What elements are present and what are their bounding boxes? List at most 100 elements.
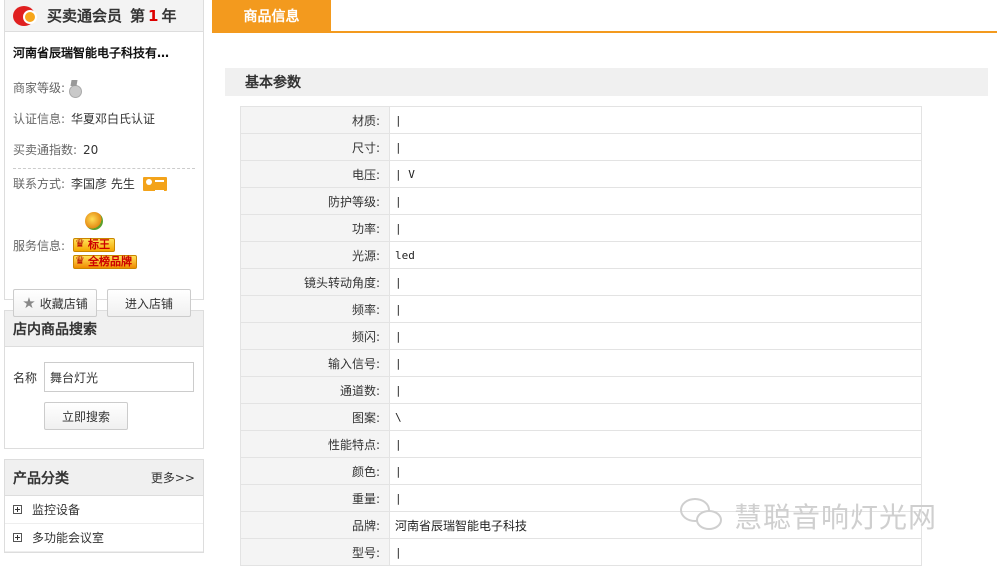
param-key: 型号: xyxy=(240,538,390,566)
shop-level-row: 商家等级: xyxy=(13,79,195,98)
member-banner: 买卖通会员 第 1 年 xyxy=(4,0,204,32)
service-badges: 标王 全榜品牌 xyxy=(73,237,137,271)
shop-buttons: ★ 收藏店铺 进入店铺 xyxy=(13,289,191,317)
cert-value[interactable]: 华夏邓白氏认证 xyxy=(71,110,155,127)
maimaitong-logo-icon xyxy=(13,4,41,28)
contact-label: 联系方式: xyxy=(13,177,66,191)
category-item-label: 多功能会议室 xyxy=(32,531,105,545)
tab-bar: 商品信息 xyxy=(212,0,997,33)
shop-search-panel: 店内商品搜索 名称 立即搜索 xyxy=(4,310,204,449)
member-year-prefix: 第 xyxy=(130,7,146,25)
category-item-label: 监控设备 xyxy=(32,503,81,517)
favorite-shop-label: 收藏店铺 xyxy=(39,296,88,311)
param-value: | xyxy=(389,187,922,215)
level-medal-icon xyxy=(67,80,83,98)
param-key: 防护等级: xyxy=(240,187,390,215)
watermark-text: 慧聪音响灯光网 xyxy=(734,501,938,534)
divider xyxy=(13,168,195,169)
quanbang-brand-badge[interactable]: 全榜品牌 xyxy=(73,255,137,269)
index-label: 买卖通指数: xyxy=(13,143,78,157)
category-title-text: 产品分类 xyxy=(13,470,69,487)
param-key: 功率: xyxy=(240,214,390,242)
expand-plus-icon[interactable] xyxy=(13,505,22,514)
param-value: | xyxy=(389,538,922,566)
shop-search-title-text: 店内商品搜索 xyxy=(13,321,97,338)
param-row: 功率: | xyxy=(240,214,922,242)
param-key: 材质: xyxy=(240,106,390,134)
param-key: 光源: xyxy=(240,241,390,269)
contact-value: 李国彦 先生 xyxy=(71,177,135,191)
index-row: 买卖通指数: 20 xyxy=(13,141,195,158)
param-row: 材质: | xyxy=(240,106,922,134)
param-row: 尺寸: | xyxy=(240,133,922,161)
param-key: 频率: xyxy=(240,295,390,323)
category-item[interactable]: 多功能会议室 xyxy=(5,524,203,552)
category-panel: 产品分类 更多>> 监控设备 多功能会议室 xyxy=(4,459,204,553)
param-key: 性能特点: xyxy=(240,430,390,458)
category-title: 产品分类 更多>> xyxy=(5,460,203,496)
shop-info-box: 河南省辰瑞智能电子科技有… 商家等级: 认证信息: 华夏邓白氏认证 买卖通指数:… xyxy=(4,32,204,317)
param-row: 频率: | xyxy=(240,295,922,323)
expand-plus-icon[interactable] xyxy=(13,533,22,542)
member-label: 买卖通会员 xyxy=(47,7,123,25)
wechat-icon xyxy=(680,496,726,536)
param-row: 镜头转动角度: | xyxy=(240,268,922,296)
shop-level-label: 商家等级: xyxy=(13,81,66,95)
param-key: 颜色: xyxy=(240,457,390,485)
param-key: 输入信号: xyxy=(240,349,390,377)
tab-product-info[interactable]: 商品信息 xyxy=(212,0,331,31)
cert-label: 认证信息: xyxy=(13,112,66,126)
enter-shop-button[interactable]: 进入店铺 xyxy=(107,289,191,317)
search-name-label: 名称 xyxy=(13,371,38,385)
param-key: 尺寸: xyxy=(240,133,390,161)
param-key: 重量: xyxy=(240,484,390,512)
param-value: | V xyxy=(389,160,922,188)
member-year-suffix: 年 xyxy=(161,7,177,25)
index-value: 20 xyxy=(83,142,99,157)
param-row: 颜色: | xyxy=(240,457,922,485)
param-value: | xyxy=(389,133,922,161)
search-button[interactable]: 立即搜索 xyxy=(44,402,128,430)
contact-card-icon[interactable] xyxy=(142,176,167,192)
param-value: | xyxy=(389,295,922,323)
category-item[interactable]: 监控设备 xyxy=(5,496,203,524)
param-row: 电压: | V xyxy=(240,160,922,188)
param-value: | xyxy=(389,268,922,296)
left-sidebar: 买卖通会员 第 1 年 河南省辰瑞智能电子科技有… 商家等级: 认证信息: 华夏… xyxy=(4,0,204,553)
param-key: 频闪: xyxy=(240,322,390,350)
param-value: | xyxy=(389,322,922,350)
param-row: 通道数: | xyxy=(240,376,922,404)
param-value: | xyxy=(389,430,922,458)
param-row: 型号: | xyxy=(240,538,922,566)
param-key: 通道数: xyxy=(240,376,390,404)
param-row: 性能特点: | xyxy=(240,430,922,458)
search-input[interactable] xyxy=(44,362,194,392)
favorite-shop-button[interactable]: ★ 收藏店铺 xyxy=(13,289,97,317)
biaowang-badge[interactable]: 标王 xyxy=(73,238,115,252)
shop-name[interactable]: 河南省辰瑞智能电子科技有… xyxy=(13,32,195,61)
shop-search-body: 名称 立即搜索 xyxy=(5,347,203,448)
param-key: 镜头转动角度: xyxy=(240,268,390,296)
param-value: | xyxy=(389,376,922,404)
param-row: 输入信号: | xyxy=(240,349,922,377)
param-row: 图案: \ xyxy=(240,403,922,431)
member-year: 1 xyxy=(148,6,159,25)
service-row: 服务信息: xyxy=(13,237,65,254)
service-label: 服务信息: xyxy=(13,239,66,253)
category-more-link[interactable]: 更多>> xyxy=(151,469,195,486)
param-row: 防护等级: | xyxy=(240,187,922,215)
param-value: | xyxy=(389,349,922,377)
param-value: | xyxy=(389,214,922,242)
cert-row: 认证信息: 华夏邓白氏认证 xyxy=(13,110,195,127)
service-globe-icon xyxy=(85,212,103,230)
param-value: led xyxy=(389,241,922,269)
param-row: 光源: led xyxy=(240,241,922,269)
param-value: | xyxy=(389,106,922,134)
param-key: 电压: xyxy=(240,160,390,188)
param-value: \ xyxy=(389,403,922,431)
param-key: 品牌: xyxy=(240,511,390,539)
section-title: 基本参数 xyxy=(225,68,988,96)
param-row: 频闪: | xyxy=(240,322,922,350)
contact-row: 联系方式: 李国彦 先生 xyxy=(13,175,195,192)
param-key: 图案: xyxy=(240,403,390,431)
